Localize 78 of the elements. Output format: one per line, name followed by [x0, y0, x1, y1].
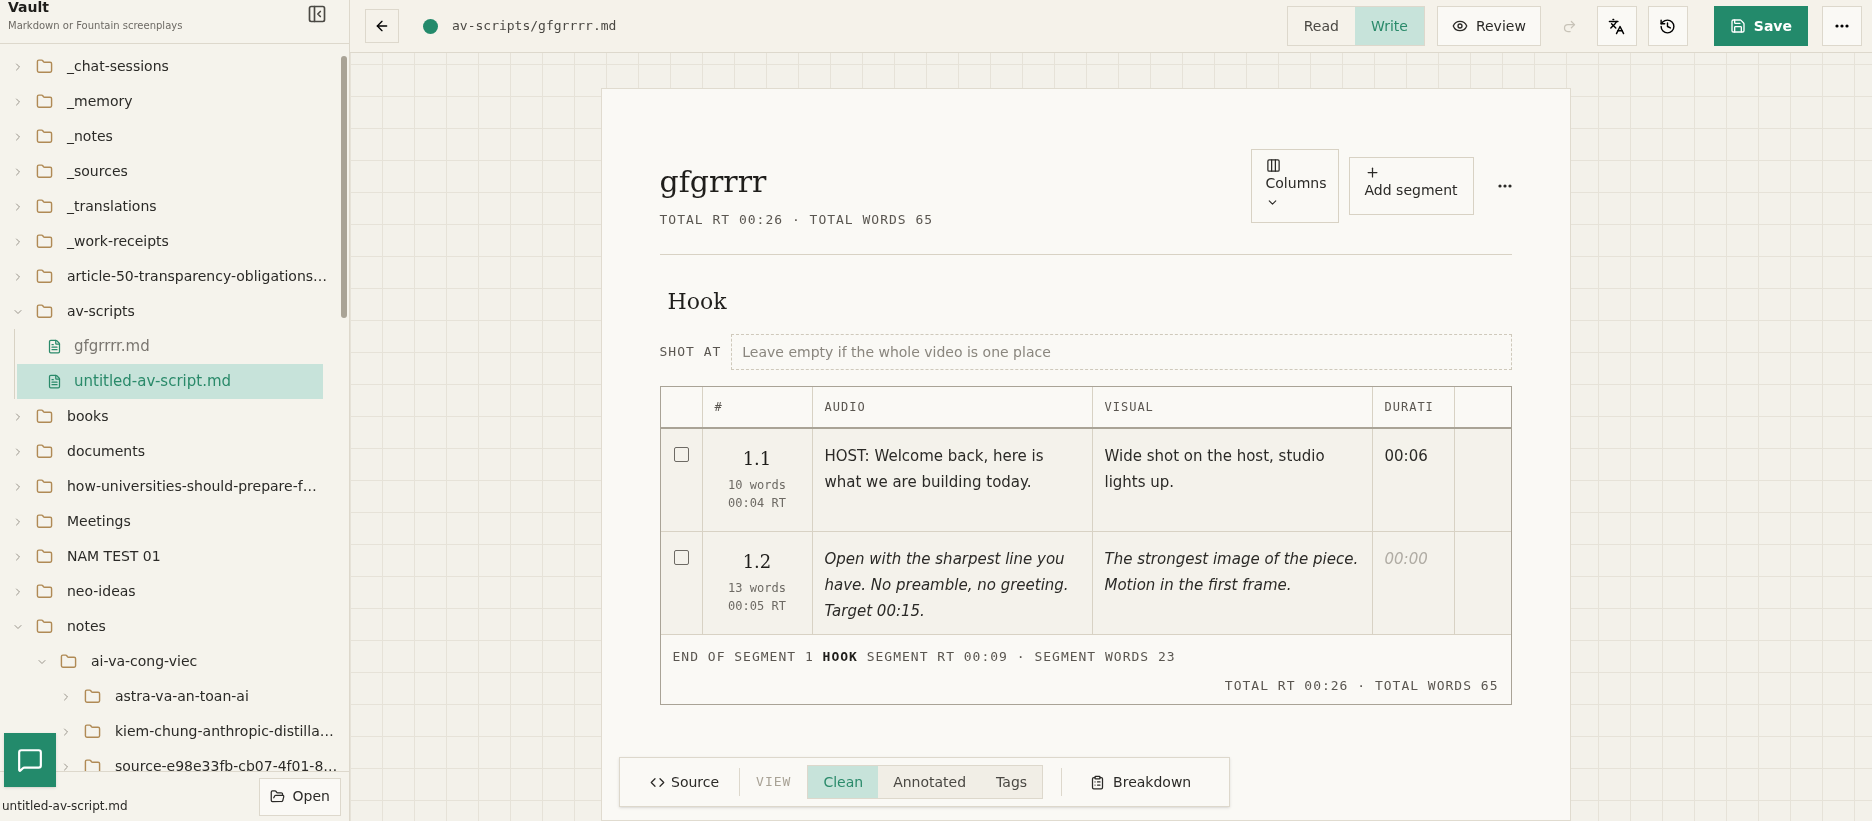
folder-name: article-50-transparency-obligations…: [67, 267, 328, 286]
folder-name: documents: [67, 442, 145, 461]
folder-name: _chat-sessions: [67, 57, 169, 76]
sidebar-subtitle: Markdown or Fountain screenplays: [8, 19, 183, 33]
folder-name: av-scripts: [67, 302, 135, 321]
file-name: untitled-av-script.md: [74, 371, 232, 393]
column-header: AUDIO: [824, 398, 866, 416]
folder-name: astra-va-an-toan-ai: [115, 687, 249, 706]
folder-name: _work-receipts: [67, 232, 169, 251]
current-file-name: untitled-av-script.md: [2, 797, 128, 815]
folder-name: _sources: [67, 162, 128, 181]
view-tab[interactable]: Tags: [981, 766, 1043, 798]
folder-item[interactable]: how-universities-should-prepare-f…: [0, 469, 339, 504]
file-item[interactable]: gfgrrrr.md: [17, 329, 323, 364]
open-button[interactable]: Open: [258, 777, 341, 816]
mode-tab[interactable]: Read: [1287, 7, 1355, 45]
row-runtime: 00:04 RT: [728, 494, 786, 512]
folder-name: Meetings: [67, 512, 131, 531]
folder-item[interactable]: NAM TEST 01: [0, 539, 339, 574]
row-word-count: 13 words: [728, 579, 786, 597]
folder-item[interactable]: _memory: [0, 84, 339, 119]
shot-label: SHOT AT: [659, 342, 722, 361]
folder-name: _notes: [67, 127, 113, 146]
folder-name: neo-ideas: [67, 582, 136, 601]
folder-item[interactable]: source-e98e33fb-cb07-4f01-8…: [0, 749, 339, 771]
file-name: gfgrrrr.md: [74, 336, 150, 358]
file-path: av-scripts/gfgrrrr.md: [452, 17, 617, 36]
folder-item[interactable]: _notes: [0, 119, 339, 154]
save-button[interactable]: Save: [1713, 6, 1808, 46]
add-segment-button[interactable]: Add segment: [1348, 157, 1474, 215]
columns-button[interactable]: Columns: [1250, 149, 1339, 223]
folder-name: kiem-chung-anthropic-distilla…: [115, 722, 334, 741]
column-header: DURATI: [1384, 398, 1434, 416]
audio-text[interactable]: Open with the sharpest line you have. No preamble, no greeting. Target 00:15.: [824, 545, 1080, 624]
segment-summary: END OF SEGMENT 1 HOOK SEGMENT RT 00:09 · SEGMENT WORDS 23: [672, 647, 1177, 666]
row-runtime: 00:05 RT: [728, 597, 786, 615]
folder-item[interactable]: article-50-transparency-obligations…: [0, 259, 339, 294]
folder-name: ai-va-cong-viec: [91, 652, 198, 671]
folder-item[interactable]: av-scripts: [0, 294, 339, 329]
folder-name: _memory: [67, 92, 133, 111]
document-stats: TOTAL RT 00:26 · TOTAL WORDS 65: [659, 211, 934, 229]
folder-item[interactable]: _translations: [0, 189, 339, 224]
folder-item[interactable]: books: [0, 399, 339, 434]
folder-name: NAM TEST 01: [67, 547, 161, 566]
folder-item[interactable]: kiem-chung-anthropic-distilla…: [0, 714, 339, 749]
folder-name: how-universities-should-prepare-f…: [67, 477, 317, 496]
folder-name: notes: [67, 617, 106, 636]
folder-item[interactable]: ai-va-cong-viec: [0, 644, 339, 679]
document-title: gfgrrrr: [659, 163, 768, 201]
row-number: 1.1: [742, 446, 772, 471]
audio-text[interactable]: HOST: Welcome back, here is what we are building today.: [824, 442, 1080, 495]
folder-item[interactable]: _work-receipts: [0, 224, 339, 259]
folder-item[interactable]: notes: [0, 609, 339, 644]
review-button[interactable]: Review: [1436, 6, 1541, 46]
segment-totals: TOTAL RT 00:26 · TOTAL WORDS 65: [1223, 677, 1499, 695]
folder-name: _translations: [67, 197, 157, 216]
view-label: VIEW: [755, 773, 793, 792]
folder-item[interactable]: documents: [0, 434, 339, 469]
folder-item[interactable]: neo-ideas: [0, 574, 339, 609]
folder-item[interactable]: _sources: [0, 154, 339, 189]
shot-field[interactable]: Leave empty if the whole video is one place: [731, 333, 1512, 370]
row-number: 1.2: [742, 549, 772, 574]
visual-text[interactable]: Wide shot on the host, studio lights up.: [1104, 442, 1360, 495]
folder-name: source-e98e33fb-cb07-4f01-8…: [115, 757, 338, 771]
view-tab[interactable]: Annotated: [878, 766, 982, 798]
column-header: VISUAL: [1104, 398, 1154, 416]
folder-item[interactable]: Meetings: [0, 504, 339, 539]
breakdown-button[interactable]: Breakdown: [1062, 771, 1220, 793]
folder-item[interactable]: _chat-sessions: [0, 49, 339, 84]
visual-text[interactable]: The strongest image of the piece. Motion in the first frame.: [1104, 545, 1360, 598]
row-word-count: 10 words: [728, 476, 786, 494]
folder-name: books: [67, 407, 109, 426]
segment-heading: Hook: [667, 287, 728, 316]
source-button[interactable]: Source: [630, 771, 740, 793]
column-header: #: [714, 398, 723, 416]
duration-text[interactable]: 00:06: [1384, 442, 1442, 469]
folder-item[interactable]: astra-va-an-toan-ai: [0, 679, 339, 714]
sidebar-title: Vault: [8, 0, 50, 14]
